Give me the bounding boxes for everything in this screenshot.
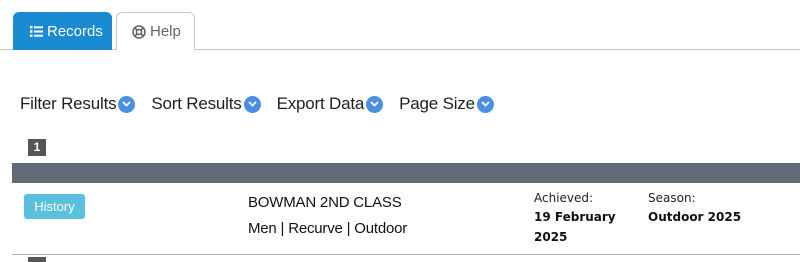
records-page: Records Help Filter Results Sort Results… (0, 0, 800, 262)
tab-records-label: Records (47, 22, 103, 40)
filter-results-dropdown[interactable]: Filter Results (20, 94, 136, 114)
sort-results-label: Sort Results (151, 94, 242, 113)
chevron-down-icon (476, 95, 494, 113)
export-data-dropdown[interactable]: Export Data (277, 94, 384, 114)
lifebuoy-icon (132, 24, 146, 39)
page-size-label: Page Size (399, 94, 475, 113)
tab-bar: Records Help (0, 0, 800, 51)
tab-help-label: Help (150, 23, 181, 40)
export-data-label: Export Data (276, 94, 365, 113)
table-header-bar (12, 163, 800, 183)
page-size-dropdown[interactable]: Page Size (399, 94, 494, 114)
page-number-button[interactable]: 1 (28, 139, 46, 156)
season-value: Outdoor 2025 (648, 210, 742, 224)
tab-records[interactable]: Records (13, 12, 112, 50)
sort-results-dropdown[interactable]: Sort Results (151, 94, 261, 114)
chevron-down-icon (118, 95, 136, 113)
achieved-value: 19 February 2025 (534, 210, 616, 244)
chevron-down-icon (366, 95, 384, 113)
achieved-label: Achieved: (534, 191, 594, 205)
tab-help[interactable]: Help (116, 12, 195, 51)
record-subtitle: Men | Recurve | Outdoor (248, 220, 408, 237)
bottom-page-badge (28, 257, 46, 262)
record-title: BOWMAN 2ND CLASS (248, 194, 402, 211)
season-label: Season: (648, 191, 696, 205)
table-row: History BOWMAN 2ND CLASS Men | Recurve |… (12, 183, 800, 255)
filter-results-label: Filter Results (20, 94, 117, 113)
results-toolbar: Filter Results Sort Results Export Data … (20, 92, 510, 116)
chevron-down-icon (243, 95, 261, 113)
history-button[interactable]: History (24, 194, 85, 219)
list-icon (30, 25, 43, 37)
